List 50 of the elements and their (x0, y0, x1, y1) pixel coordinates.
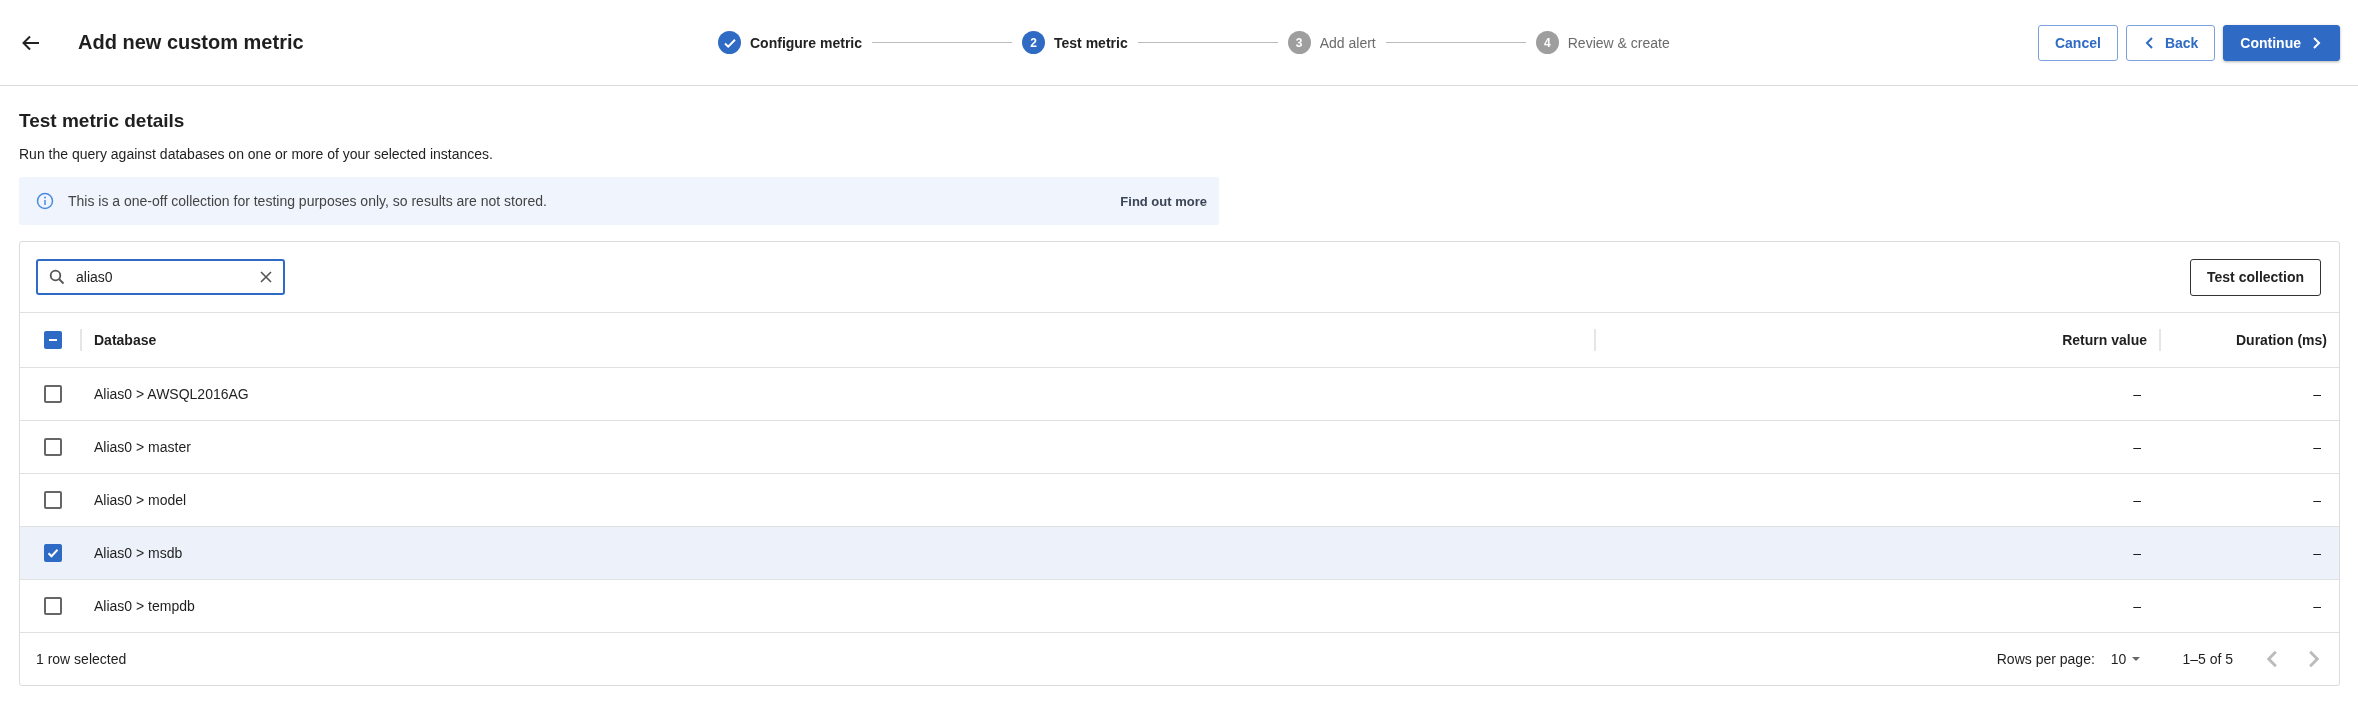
back-button[interactable]: Back (2125, 24, 2216, 61)
table-cell-text: Alias0 > AWSQL2016AG (93, 386, 250, 402)
table-cell-text: – (2312, 545, 2322, 561)
column-header: Duration (ms) (2159, 329, 2339, 351)
table-cell-text: – (2132, 545, 2142, 561)
table-cell-text: – (2132, 598, 2142, 614)
table-cell-text: – (2312, 439, 2322, 455)
info-text: This is a one-off collection for testing purposes only, so results are not stored. (68, 193, 548, 209)
select-all-checkbox[interactable] (44, 331, 62, 349)
row-checkbox[interactable] (44, 385, 62, 403)
continue-button[interactable]: Continue (2223, 24, 2340, 61)
step-label: Add alert (1319, 34, 1376, 51)
rows-per-page-label: Rows per page: (1996, 651, 2095, 667)
table-cell-text: Alias0 > model (93, 492, 188, 508)
clear-icon[interactable] (259, 270, 273, 284)
column-header: Return value (1594, 329, 2159, 351)
selection-count: 1 row selected (36, 651, 127, 667)
table-cell-text: – (2312, 492, 2322, 508)
page-range: 1–5 of 5 (2182, 651, 2233, 667)
column-header: Database (80, 329, 1594, 351)
row-checkbox[interactable] (44, 597, 62, 615)
step-number: 2 (1022, 31, 1045, 54)
check-icon (47, 547, 59, 559)
row-checkbox[interactable] (44, 544, 62, 562)
section-description: Run the query against databases on one or more of your selected instances. (19, 146, 494, 162)
row-checkbox[interactable] (44, 491, 62, 509)
table-cell-text: – (2312, 386, 2322, 402)
table-cell-text: Alias0 > msdb (93, 545, 184, 561)
step-label: Configure metric (750, 34, 862, 51)
test-collection-button[interactable]: Test collection (2190, 258, 2321, 296)
info-icon (36, 192, 54, 210)
table-cell-text: – (2132, 386, 2142, 402)
dropdown-caret-icon (2130, 655, 2143, 663)
row-checkbox[interactable] (44, 438, 62, 456)
search-field[interactable]: alias0 (36, 259, 285, 295)
table-cell-text: Alias0 > master (93, 439, 192, 455)
page-title: Add new custom metric (78, 31, 305, 54)
table-cell-text: Alias0 > tempdb (93, 598, 196, 614)
table-cell-text: – (2132, 439, 2142, 455)
step-label: Review & create (1567, 34, 1670, 51)
step-number: 3 (1287, 31, 1311, 54)
find-out-more-link[interactable]: Find out more (1120, 193, 1207, 209)
cancel-button[interactable]: Cancel (2037, 24, 2118, 61)
search-icon (49, 269, 65, 285)
rows-per-page-select[interactable]: 10 (2110, 651, 2143, 667)
step-label: Test metric (1054, 34, 1128, 51)
table-cell-text: – (2132, 492, 2142, 508)
step-number: 4 (1535, 31, 1559, 54)
table-cell-text: – (2312, 598, 2322, 614)
section-title: Test metric details (19, 110, 186, 132)
